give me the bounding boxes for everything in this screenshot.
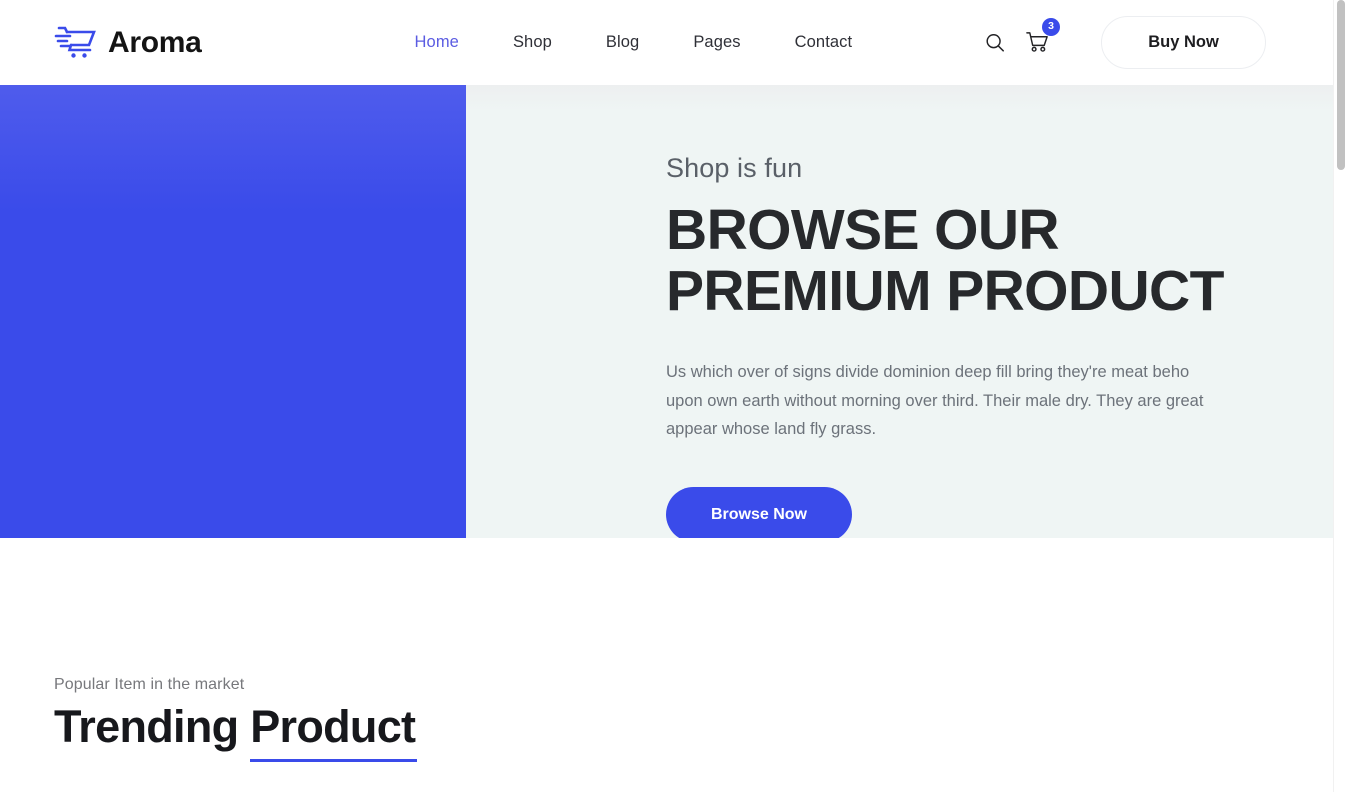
page-root: Aroma Home Shop Blog Pages Contact 3 Buy…: [0, 0, 1348, 792]
hero-title-line-2: PREMIUM PRODUCT: [666, 258, 1224, 323]
hero-section: Shop is fun BROWSE OUR PREMIUM PRODUCT U…: [0, 85, 1340, 538]
trending-eyebrow: Popular Item in the market: [54, 676, 245, 693]
hero-eyebrow: Shop is fun: [666, 153, 803, 183]
trending-heading-group: Popular Item in the market Trending Prod…: [54, 676, 418, 761]
search-icon[interactable]: [978, 26, 1012, 60]
hero-title-line-1: BROWSE OUR: [666, 198, 1060, 263]
trending-section: Popular Item in the market Trending Prod…: [0, 538, 1340, 792]
buy-now-button[interactable]: Buy Now: [1101, 16, 1266, 69]
main-navigation: Home Shop Blog Pages Contact: [388, 25, 880, 60]
browse-now-button[interactable]: Browse Now: [666, 487, 852, 538]
hero-paragraph: Us which over of signs divide dominion d…: [666, 363, 1204, 438]
nav-item-pages[interactable]: Pages: [666, 25, 767, 60]
hero-image-panel: [0, 85, 466, 538]
nav-item-contact[interactable]: Contact: [768, 25, 880, 60]
cart-icon[interactable]: 3: [1018, 17, 1060, 62]
nav-item-blog[interactable]: Blog: [579, 25, 666, 60]
brand-logo[interactable]: Aroma: [54, 23, 202, 63]
cart-count-badge: 3: [1042, 17, 1060, 36]
trending-title-prefix: Trending: [54, 701, 251, 752]
scrollbar-thumb[interactable]: [1337, 0, 1345, 170]
site-header: Aroma Home Shop Blog Pages Contact 3 Buy…: [0, 0, 1340, 85]
hero-content: Shop is fun BROWSE OUR PREMIUM PRODUCT U…: [666, 152, 1286, 538]
nav-item-home[interactable]: Home: [388, 25, 486, 60]
page-scrollbar[interactable]: [1333, 0, 1348, 792]
hero-title: BROWSE OUR PREMIUM PRODUCT: [666, 200, 1286, 321]
trending-title-highlight: Product: [250, 701, 418, 761]
shopping-cart-icon: [54, 23, 98, 63]
header-actions: 3 Buy Now: [978, 0, 1340, 85]
trending-title: Trending Product: [54, 701, 418, 761]
brand-name: Aroma: [108, 25, 202, 59]
nav-item-shop[interactable]: Shop: [486, 25, 579, 60]
